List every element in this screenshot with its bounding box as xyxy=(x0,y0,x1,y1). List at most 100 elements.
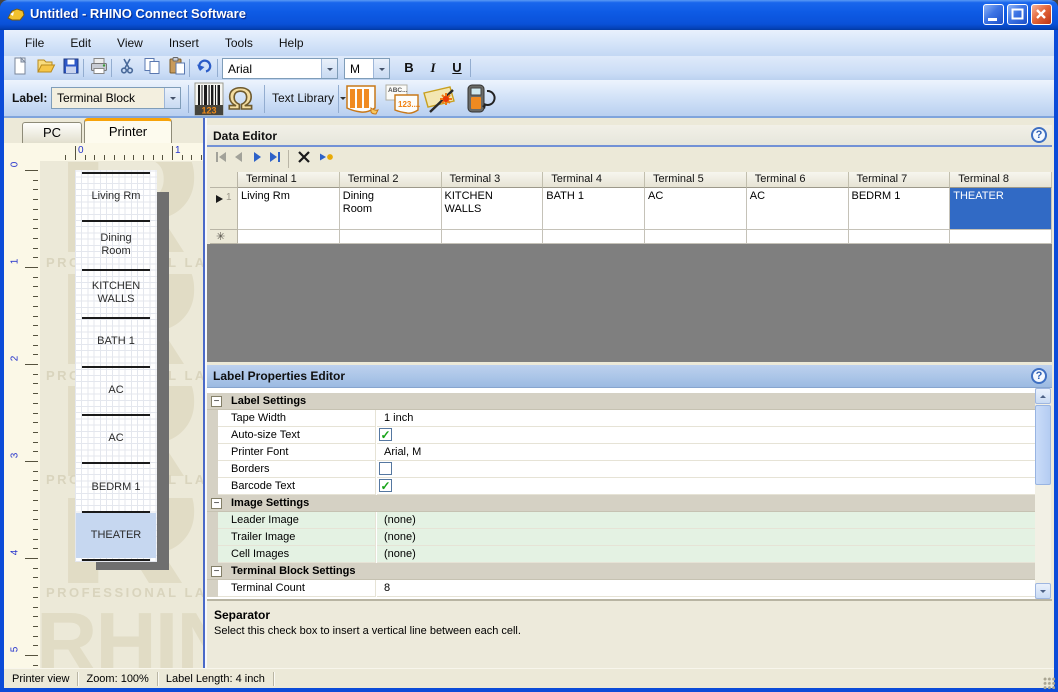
abc-123-library-icon[interactable]: ABC... 123.... xyxy=(384,83,420,120)
property-value[interactable]: (none) xyxy=(377,546,1035,563)
copy-button[interactable] xyxy=(141,58,163,78)
property-row[interactable]: Leader Image(none) xyxy=(207,512,1035,529)
symbol-omega-icon[interactable]: Ω xyxy=(228,82,253,116)
print-button[interactable] xyxy=(88,58,110,78)
maximize-button[interactable] xyxy=(1007,4,1028,25)
property-value[interactable]: ✓ xyxy=(377,478,1035,495)
scroll-up-button[interactable] xyxy=(1035,388,1051,404)
preview-cell[interactable]: AC xyxy=(76,368,156,413)
collapse-icon[interactable]: − xyxy=(211,396,222,407)
preview-cell[interactable]: BATH 1 xyxy=(76,319,156,364)
open-button[interactable] xyxy=(35,58,57,78)
terminal-block-labels-icon[interactable] xyxy=(344,83,380,120)
empty-cell[interactable] xyxy=(747,230,849,244)
label-type-dropdown-arrow-icon[interactable] xyxy=(164,88,180,108)
property-group-header[interactable]: −Label Settings xyxy=(207,393,1035,410)
table-cell[interactable]: BATH 1 xyxy=(543,188,645,230)
preview-cell[interactable]: AC xyxy=(76,416,156,461)
resize-grip-icon[interactable] xyxy=(1043,677,1056,690)
property-value[interactable]: Arial, M xyxy=(377,444,1035,461)
minimize-button[interactable] xyxy=(983,4,1004,25)
property-row[interactable]: Barcode Text✓ xyxy=(207,478,1035,495)
help-icon[interactable]: ? xyxy=(1031,368,1047,384)
cut-button[interactable] xyxy=(116,58,138,78)
collapse-icon[interactable]: − xyxy=(211,566,222,577)
empty-cell[interactable] xyxy=(238,230,340,244)
table-cell[interactable]: Dining Room xyxy=(340,188,442,230)
printer-transfer-icon[interactable] xyxy=(460,83,496,120)
underline-button[interactable]: U xyxy=(446,58,468,78)
column-header[interactable]: Terminal 1 xyxy=(238,172,340,188)
undo-button[interactable] xyxy=(194,58,216,78)
property-group-header[interactable]: −Image Settings xyxy=(207,495,1035,512)
close-button[interactable] xyxy=(1031,4,1052,25)
help-icon[interactable]: ? xyxy=(1031,127,1047,143)
empty-cell[interactable] xyxy=(645,230,747,244)
property-value[interactable]: 1 inch xyxy=(377,410,1035,427)
empty-cell[interactable] xyxy=(340,230,442,244)
column-header[interactable]: Terminal 7 xyxy=(849,172,951,188)
menu-item-insert[interactable]: Insert xyxy=(156,30,212,56)
barcode-icon[interactable]: 123 xyxy=(194,82,224,121)
property-value[interactable] xyxy=(377,461,1035,478)
checkbox-checked-icon[interactable]: ✓ xyxy=(379,479,392,492)
record-next-button[interactable] xyxy=(248,150,266,168)
property-row[interactable]: Trailer Image(none) xyxy=(207,529,1035,546)
preview-cell[interactable]: Dining Room xyxy=(76,222,156,267)
column-header[interactable]: Terminal 3 xyxy=(442,172,544,188)
menu-item-edit[interactable]: Edit xyxy=(57,30,104,56)
tab-pc[interactable]: PC xyxy=(22,122,82,143)
table-cell[interactable]: Living Rm xyxy=(238,188,340,230)
menu-item-help[interactable]: Help xyxy=(266,30,317,56)
checkbox-checked-icon[interactable]: ✓ xyxy=(379,428,392,441)
property-value[interactable]: (none) xyxy=(377,529,1035,546)
label-wizard-icon[interactable] xyxy=(422,83,458,120)
preview-cell[interactable]: Living Rm xyxy=(76,174,156,219)
table-cell[interactable]: THEATER xyxy=(950,188,1052,230)
font-family-select[interactable]: Arial xyxy=(222,58,338,79)
property-row[interactable]: Borders xyxy=(207,461,1035,478)
font-size-dropdown-arrow-icon[interactable] xyxy=(373,59,389,78)
property-value[interactable]: (none) xyxy=(377,512,1035,529)
property-value[interactable]: ✓ xyxy=(377,427,1035,444)
font-size-select[interactable]: M xyxy=(344,58,390,79)
save-button[interactable] xyxy=(60,58,82,78)
empty-cell[interactable] xyxy=(950,230,1052,244)
scroll-down-button[interactable] xyxy=(1035,583,1051,599)
properties-scrollbar[interactable] xyxy=(1035,388,1051,599)
table-cell[interactable]: AC xyxy=(645,188,747,230)
record-last-button[interactable] xyxy=(266,150,284,168)
paste-button[interactable] xyxy=(166,58,188,78)
empty-cell[interactable] xyxy=(849,230,951,244)
table-cell[interactable]: AC xyxy=(747,188,849,230)
font-family-dropdown-arrow-icon[interactable] xyxy=(321,59,337,78)
column-header[interactable]: Terminal 2 xyxy=(340,172,442,188)
property-row[interactable]: Auto-size Text✓ xyxy=(207,427,1035,444)
table-cell[interactable]: KITCHEN WALLS xyxy=(442,188,544,230)
collapse-icon[interactable]: − xyxy=(211,498,222,509)
preview-cell[interactable]: THEATER xyxy=(76,513,156,558)
column-header[interactable]: Terminal 4 xyxy=(543,172,645,188)
table-cell[interactable]: BEDRM 1 xyxy=(849,188,951,230)
new-button[interactable] xyxy=(10,58,32,78)
text-library-button[interactable]: Text Library xyxy=(272,91,346,105)
property-row[interactable]: Terminal Count8 xyxy=(207,580,1035,597)
property-row[interactable]: Cell Images(none) xyxy=(207,546,1035,563)
label-type-select[interactable]: Terminal Block xyxy=(51,87,181,109)
record-new-record-button[interactable] xyxy=(317,150,335,168)
bold-button[interactable]: B xyxy=(398,58,420,78)
preview-cell[interactable]: KITCHEN WALLS xyxy=(76,271,156,316)
column-header[interactable]: Terminal 5 xyxy=(645,172,747,188)
checkbox-unchecked-icon[interactable] xyxy=(379,462,392,475)
preview-cell[interactable]: BEDRM 1 xyxy=(76,464,156,509)
label-strip[interactable]: Living RmDining RoomKITCHEN WALLSBATH 1A… xyxy=(75,170,157,562)
tab-printer[interactable]: Printer xyxy=(84,118,172,143)
record-delete-button[interactable] xyxy=(295,150,313,168)
property-group-header[interactable]: −Terminal Block Settings xyxy=(207,563,1035,580)
property-row[interactable]: Printer FontArial, M xyxy=(207,444,1035,461)
property-row[interactable]: Tape Width1 inch xyxy=(207,410,1035,427)
menu-item-file[interactable]: File xyxy=(12,30,57,56)
empty-cell[interactable] xyxy=(543,230,645,244)
scrollbar-thumb[interactable] xyxy=(1035,405,1051,485)
empty-cell[interactable] xyxy=(442,230,544,244)
